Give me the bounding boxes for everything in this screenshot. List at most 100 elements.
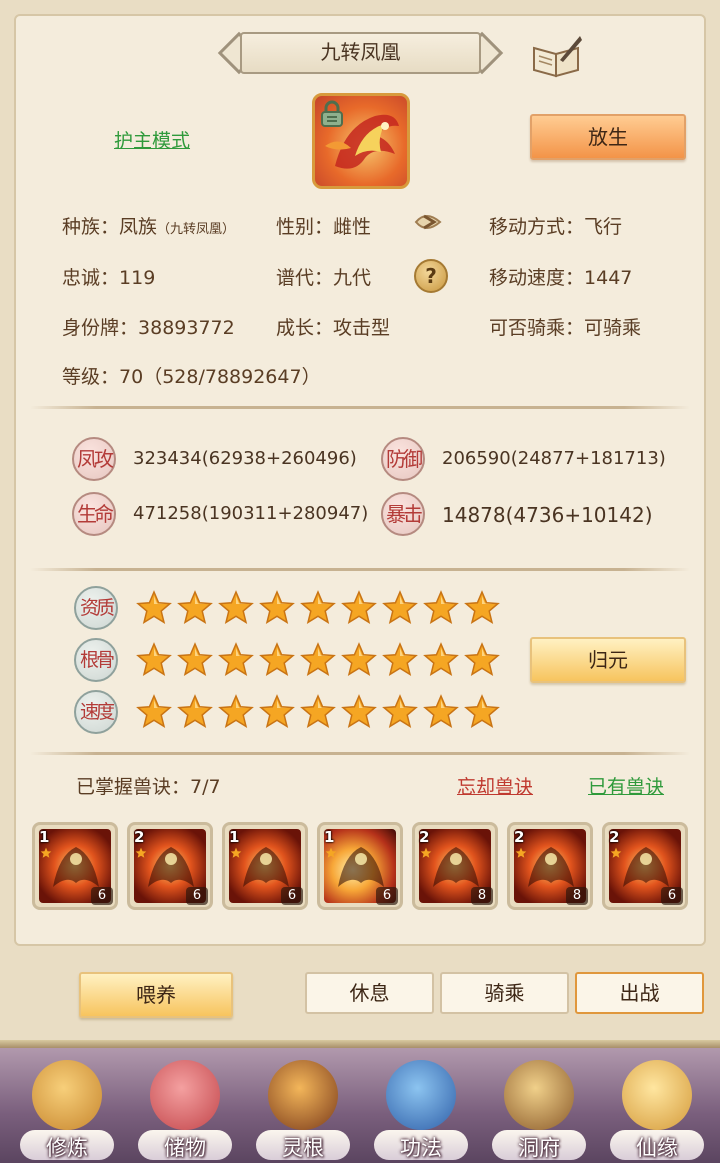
gourd-icon xyxy=(622,1060,692,1130)
star-icon xyxy=(382,694,418,729)
bone-stars xyxy=(136,642,500,678)
skill-level: 1 xyxy=(229,828,240,846)
move-speed-value: 1447 xyxy=(584,267,633,289)
race-value: 凤族 xyxy=(119,216,158,238)
growth-label: 成长： xyxy=(276,317,334,339)
star-icon xyxy=(423,590,459,625)
nav-item[interactable]: 修炼 xyxy=(12,1052,122,1162)
skill-count: 6 xyxy=(91,887,113,905)
nav-label: 功法 xyxy=(400,1136,442,1160)
id-field: 身份牌：38893772 xyxy=(62,313,235,340)
skill-count: 8 xyxy=(566,887,588,905)
gender-field: 性别：雌性 xyxy=(276,212,371,239)
star-icon xyxy=(136,642,172,677)
level-field: 等级：70（528/78892647） xyxy=(62,362,321,389)
monk-icon xyxy=(32,1060,102,1130)
return-origin-button[interactable]: 归元 xyxy=(530,637,686,683)
level-value: 70（528/78892647） xyxy=(119,366,321,388)
skill-slot[interactable]: 16 xyxy=(317,822,403,910)
skill-slot[interactable]: 26 xyxy=(127,822,213,910)
skill-level: 1 xyxy=(324,828,335,846)
star-icon xyxy=(230,847,242,858)
skill-slot[interactable]: 16 xyxy=(222,822,308,910)
star-icon xyxy=(300,694,336,729)
divider xyxy=(30,568,690,571)
nav-label: 仙缘 xyxy=(636,1136,678,1160)
skill-level: 2 xyxy=(514,828,525,846)
loyalty-value: 119 xyxy=(119,267,156,289)
guard-mode-link[interactable]: 护主模式 xyxy=(114,126,190,153)
rideable-field: 可否骑乘：可骑乘 xyxy=(489,313,641,340)
star-icon xyxy=(136,694,172,729)
star-icon xyxy=(341,590,377,625)
nav-label: 灵根 xyxy=(282,1136,324,1160)
star-icon xyxy=(325,847,337,858)
star-icon xyxy=(464,642,500,677)
move-speed-label: 移动速度： xyxy=(489,267,585,289)
skill-level: 2 xyxy=(609,828,620,846)
crit-badge: 暴击 xyxy=(381,492,425,536)
star-icon xyxy=(218,694,254,729)
release-button[interactable]: 放生 xyxy=(530,114,686,160)
skill-level: 1 xyxy=(39,828,50,846)
skill-slot[interactable]: 26 xyxy=(602,822,688,910)
generation-field: 谱代：九代 xyxy=(276,263,371,290)
star-icon xyxy=(259,642,295,677)
skill-slot[interactable]: 28 xyxy=(412,822,498,910)
nav-label: 储物 xyxy=(164,1136,206,1160)
palace-icon xyxy=(504,1060,574,1130)
star-icon xyxy=(382,590,418,625)
star-icon xyxy=(341,694,377,729)
star-icon xyxy=(420,847,432,858)
health-badge: 生命 xyxy=(72,492,116,536)
growth-field: 成长：攻击型 xyxy=(276,313,390,340)
feed-button[interactable]: 喂养 xyxy=(79,972,233,1018)
nav-item[interactable]: 灵根 xyxy=(248,1052,358,1162)
nav-label: 修炼 xyxy=(46,1136,88,1160)
nav-item[interactable]: 储物 xyxy=(130,1052,240,1162)
spirit-root-icon xyxy=(268,1060,338,1130)
battle-button[interactable]: 出战 xyxy=(575,972,704,1014)
health-value: 471258(190311+280947) xyxy=(133,503,369,524)
star-icon xyxy=(341,642,377,677)
pet-name-title: 九转凤凰 xyxy=(320,40,401,64)
owned-skills-link[interactable]: 已有兽诀 xyxy=(588,772,664,799)
divider xyxy=(30,752,690,755)
star-icon xyxy=(135,847,147,858)
star-icon xyxy=(423,694,459,729)
skill-slot[interactable]: 28 xyxy=(507,822,593,910)
title-plate: 九转凤凰 xyxy=(217,30,504,76)
aptitude-badge: 资质 xyxy=(74,586,118,630)
growth-value: 攻击型 xyxy=(333,317,391,339)
skill-level: 2 xyxy=(419,828,430,846)
pet-avatar[interactable] xyxy=(312,93,410,189)
star-icon xyxy=(136,590,172,625)
star-icon xyxy=(515,847,527,858)
star-icon xyxy=(382,642,418,677)
star-icon xyxy=(300,590,336,625)
speed-badge: 速度 xyxy=(74,690,118,734)
forget-skill-link[interactable]: 忘却兽诀 xyxy=(457,772,533,799)
divider xyxy=(30,406,690,409)
book-icon xyxy=(386,1060,456,1130)
nav-item[interactable]: 仙缘 xyxy=(602,1052,712,1162)
nav-trim xyxy=(0,1040,720,1048)
nav-item[interactable]: 功法 xyxy=(366,1052,476,1162)
star-icon xyxy=(259,590,295,625)
rest-button[interactable]: 休息 xyxy=(305,972,434,1014)
gender-value: 雌性 xyxy=(333,216,372,238)
id-value: 38893772 xyxy=(138,317,235,339)
skill-level: 2 xyxy=(134,828,145,846)
help-question-icon[interactable]: ? xyxy=(414,259,448,293)
skill-count: 6 xyxy=(661,887,683,905)
arrow-right-icon[interactable] xyxy=(412,206,446,238)
skill-slot[interactable]: 16 xyxy=(32,822,118,910)
star-icon xyxy=(177,694,213,729)
skill-count: 6 xyxy=(186,887,208,905)
nav-item[interactable]: 洞府 xyxy=(484,1052,594,1162)
rideable-value: 可骑乘 xyxy=(584,317,642,339)
ride-button[interactable]: 骑乘 xyxy=(440,972,569,1014)
treasure-bag-icon xyxy=(150,1060,220,1130)
book-quill-icon[interactable] xyxy=(530,34,584,78)
attack-value: 323434(62938+260496) xyxy=(133,448,357,469)
